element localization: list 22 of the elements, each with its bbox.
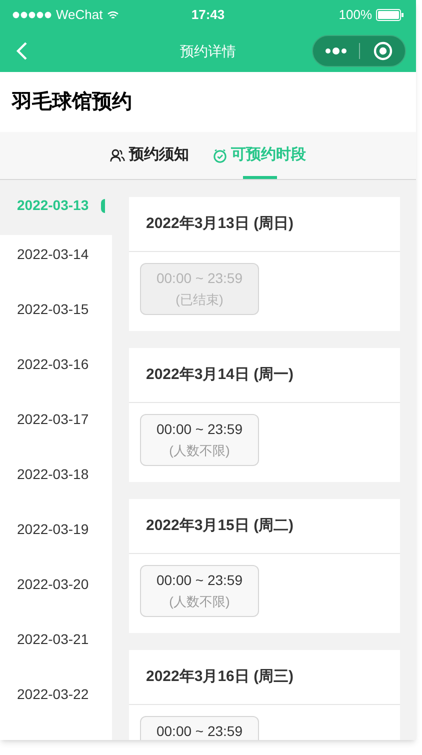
- tab[interactable]: 预约须知: [110, 132, 189, 179]
- time-slot[interactable]: 00:00 ~ 23:59: [140, 716, 259, 740]
- battery-icon: [376, 9, 404, 21]
- carrier-name: WeChat: [56, 6, 103, 24]
- people-icon: [110, 149, 125, 162]
- time-slot[interactable]: 00:00 ~ 23:59 (人数不限): [140, 565, 259, 617]
- selection-marker: [100, 198, 105, 212]
- more-icon: [325, 47, 347, 55]
- back-icon: [16, 41, 28, 61]
- signal-icon: [12, 11, 52, 19]
- day-heading: 2022年3月13日 (周日): [146, 214, 294, 234]
- clock-icon: [213, 148, 227, 162]
- target-icon: [372, 41, 392, 61]
- day-heading: 2022年3月15日 (周二): [146, 516, 294, 536]
- page-title: 预约详情: [179, 42, 237, 60]
- day-heading: 2022年3月16日 (周三): [146, 666, 294, 687]
- time-slot[interactable]: 00:00 ~ 23:59 (人数不限): [140, 414, 259, 466]
- battery-percent: 100%: [338, 6, 372, 24]
- venue-title: 羽毛球馆预约: [12, 90, 132, 115]
- day-heading: 2022年3月14日 (周一): [146, 364, 294, 385]
- wifi-icon: [106, 10, 119, 20]
- clock-time: 17:43: [191, 6, 225, 24]
